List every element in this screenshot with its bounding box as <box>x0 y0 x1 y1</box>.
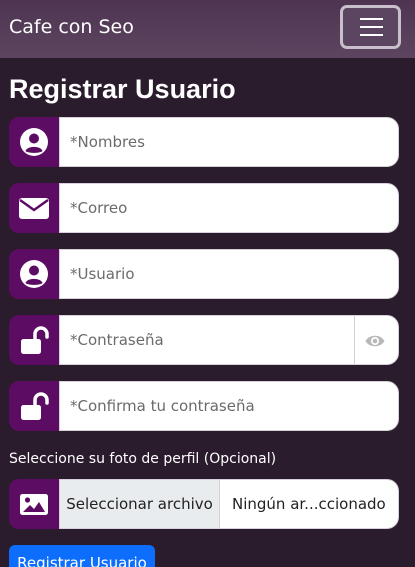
unlock-icon <box>21 392 49 420</box>
choose-file-button[interactable]: Seleccionar archivo <box>59 479 220 529</box>
names-addon <box>9 117 59 167</box>
photo-input-group: Seleccionar archivo Ningún ar...ccionado <box>9 479 399 529</box>
password-addon <box>9 315 59 365</box>
photo-addon <box>9 479 59 529</box>
hamburger-menu-icon <box>360 18 383 20</box>
eye-icon <box>365 335 385 347</box>
password-input[interactable]: *Contraseña <box>59 315 355 365</box>
image-icon <box>20 494 48 515</box>
envelope-icon <box>19 198 49 219</box>
password-visibility-toggle[interactable] <box>355 315 399 365</box>
confirm-password-addon <box>9 381 59 431</box>
page-title: Registrar Usuario <box>9 74 236 104</box>
file-name-display[interactable]: Ningún ar...ccionado <box>220 479 399 529</box>
password-input-group: *Contraseña <box>9 315 399 365</box>
navbar-toggle-button[interactable] <box>340 5 401 49</box>
username-addon <box>9 249 59 299</box>
confirm-password-input[interactable]: *Confirma tu contraseña <box>59 381 399 431</box>
username-input-group: *Usuario <box>9 249 399 299</box>
user-circle-icon <box>20 128 48 156</box>
email-input-group: *Correo <box>9 183 399 233</box>
confirm-password-input-group: *Confirma tu contraseña <box>9 381 399 431</box>
names-input[interactable]: *Nombres <box>59 117 399 167</box>
username-input[interactable]: *Usuario <box>59 249 399 299</box>
email-addon <box>9 183 59 233</box>
names-input-group: *Nombres <box>9 117 399 167</box>
register-user-button[interactable]: Registrar Usuario <box>9 545 155 567</box>
profile-photo-label: Seleccione su foto de perfil (Opcional) <box>9 451 277 467</box>
hamburger-bar <box>360 26 383 28</box>
email-input[interactable]: *Correo <box>59 183 399 233</box>
unlock-icon <box>21 326 49 354</box>
navbar: Cafe con Seo <box>0 0 415 58</box>
user-circle-icon <box>20 260 48 288</box>
hamburger-bar <box>360 34 383 36</box>
brand-link[interactable]: Cafe con Seo <box>9 16 134 38</box>
